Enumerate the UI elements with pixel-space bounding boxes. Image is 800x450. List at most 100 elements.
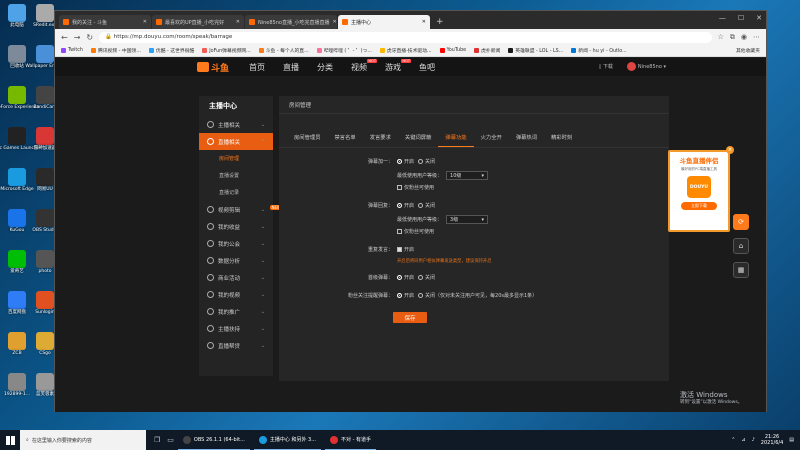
barrage-reply-off-radio[interactable]: 关闭 <box>418 202 435 209</box>
sidebar-item[interactable]: 我的公会 ⌄ <box>199 235 273 252</box>
close-tab-icon[interactable]: ✕ <box>422 19 426 25</box>
barrage-plus-off-radio[interactable]: 关闭 <box>418 158 435 165</box>
sidebar-item[interactable]: 视频剪辑 ⌄ NEW <box>199 201 283 218</box>
url-input[interactable]: 🔒 https://mp.douyu.com/room/speak/barrag… <box>99 31 712 43</box>
subtab[interactable]: 发言要求 <box>363 128 398 147</box>
bookmark-item[interactable]: 虎牙直播-技术驱动... <box>379 47 432 54</box>
subtab[interactable]: 弹幕热词 <box>509 128 544 147</box>
barrage-plus-on-radio[interactable]: 开启 <box>397 158 414 165</box>
fans-follow-off-radio[interactable]: 关闭（仅对未关注用户可见，每20s最多显示1条） <box>418 292 537 299</box>
subtab[interactable]: 房间管理员 <box>287 128 328 147</box>
other-favorites[interactable]: 其他收藏夹 <box>736 47 760 54</box>
sidebar-item[interactable]: 数据分析 ⌄ <box>199 252 273 269</box>
download-button[interactable]: 立即下载 <box>681 202 717 210</box>
browser-tab[interactable]: 我的关注 - 斗鱼 ✕ <box>59 15 151 29</box>
taskbar-search[interactable]: ⌕ 在这里输入你要搜索的内容 <box>20 430 146 450</box>
desktop-icon[interactable]: GeForce Experience <box>0 86 39 110</box>
save-button[interactable]: 保存 <box>393 312 427 323</box>
bookmark-item[interactable]: 新闻 - hu yi - Outlo... <box>571 47 627 54</box>
bookmark-item[interactable]: JoFun弹幕视频网... <box>202 47 251 54</box>
forward-icon[interactable]: → <box>74 33 81 42</box>
nav-category[interactable]: 分类 <box>317 62 333 73</box>
sidebar-item[interactable]: 我的收益 ⌄ <box>199 218 273 235</box>
fans-follow-on-radio[interactable]: 开启 <box>397 292 414 299</box>
sidebar-subitem[interactable]: 直播记录 <box>199 184 273 201</box>
close-tab-icon[interactable]: ✕ <box>332 19 336 25</box>
minimize-icon[interactable]: — <box>719 14 726 22</box>
sidebar-subitem[interactable]: 房间管理 <box>199 150 273 167</box>
nav-home[interactable]: 首页 <box>249 62 265 73</box>
browser-tab-active[interactable]: 主播中心 ✕ <box>338 15 430 29</box>
nav-live[interactable]: 直播 <box>283 62 299 73</box>
chevron-up-icon[interactable]: ⌃ <box>731 437 735 443</box>
desktop-icon[interactable]: 爱奇艺 <box>2 250 32 274</box>
home-float-icon[interactable]: ⌂ <box>733 238 749 254</box>
nav-video[interactable]: 视频 HOT <box>351 58 378 73</box>
start-button[interactable] <box>0 430 20 450</box>
star-icon[interactable]: ☆ <box>718 33 724 42</box>
taskbar-app[interactable]: 主播中心 和另外 3... <box>253 430 321 450</box>
network-icon[interactable]: ⊿ <box>741 437 745 443</box>
qr-code-icon[interactable]: ▦ <box>733 262 749 278</box>
file-explorer-icon[interactable]: ▭ <box>167 436 174 444</box>
notification-icon[interactable]: ▤ <box>789 437 794 443</box>
barrage-plus-level-select[interactable]: 10级 ▾ <box>446 171 489 180</box>
sidebar-item[interactable]: 我的推广 ⌄ <box>199 303 273 320</box>
first-barrage-on-radio[interactable]: 开启 <box>397 274 414 281</box>
subtab[interactable]: 火力全开 <box>474 128 509 147</box>
desktop-icon[interactable]: ZCB <box>2 332 32 356</box>
bookmark-item[interactable]: 英雄联盟 - LOL - LS... <box>508 47 563 54</box>
close-tab-icon[interactable]: ✕ <box>143 19 147 25</box>
barrage-plus-fans-checkbox[interactable]: 仅粉丝可使用 <box>397 184 434 191</box>
sidebar-subitem[interactable]: 直播设置 <box>199 167 273 184</box>
new-tab-icon[interactable]: + <box>431 17 449 29</box>
desktop-icon[interactable]: Microsoft Edge <box>0 168 34 192</box>
clock[interactable]: 21:26 2021/6/4 <box>761 434 783 446</box>
taskbar-app[interactable]: OBS 26.1.1 (64-bit... <box>177 430 250 450</box>
maximize-icon[interactable]: ☐ <box>738 14 744 22</box>
profile-icon[interactable]: ◉ <box>741 33 747 42</box>
desktop-icon[interactable]: Epic Games Launcher <box>0 127 41 151</box>
desktop-icon[interactable]: KuGou <box>2 209 32 233</box>
repeat-speak-checkbox[interactable]: 开启 <box>397 246 414 253</box>
sidebar-item[interactable]: 主播相关 ⌄ <box>199 116 273 133</box>
bookmark-item[interactable]: YouTube <box>439 48 466 53</box>
sidebar-item[interactable]: 商业活动 ⌄ <box>199 269 273 286</box>
sidebar-item[interactable]: 我的视频 ⌄ <box>199 286 273 303</box>
subtab[interactable]: 弹幕功能 <box>438 128 474 147</box>
task-view-icon[interactable]: ❐ <box>154 436 160 444</box>
subtab[interactable]: 禁言名单 <box>328 128 363 147</box>
close-tab-icon[interactable]: ✕ <box>236 19 240 25</box>
back-icon[interactable]: ← <box>61 33 68 42</box>
desktop-icon[interactable]: 192899-1... <box>2 373 32 397</box>
taskbar-app[interactable]: 不对 - 有道手 <box>325 430 376 450</box>
bookmark-item[interactable]: Twitch <box>61 48 83 53</box>
download-link[interactable]: ▯ 下载 <box>599 63 613 70</box>
user-menu[interactable]: Nine85no ▾ <box>626 62 666 71</box>
first-barrage-off-radio[interactable]: 关闭 <box>418 274 435 281</box>
refresh-icon[interactable]: ↻ <box>86 33 93 42</box>
nav-yuba[interactable]: 鱼吧 <box>419 62 435 73</box>
subtab[interactable]: 关键词屏蔽 <box>398 128 439 147</box>
sidebar-item[interactable]: 直播帮贷 ⌄ <box>199 337 273 354</box>
douyu-logo[interactable]: 斗鱼 <box>197 61 229 74</box>
sidebar-item[interactable]: 主播扶持 ⌄ <box>199 320 273 337</box>
desktop-icon[interactable]: 此电脑 <box>2 4 32 28</box>
barrage-reply-fans-checkbox[interactable]: 仅粉丝可使用 <box>397 228 434 235</box>
close-icon[interactable]: × <box>726 146 734 154</box>
desktop-icon[interactable]: 百度网盘 <box>2 291 32 315</box>
menu-icon[interactable]: ⋯ <box>753 33 760 42</box>
close-window-icon[interactable]: ✕ <box>756 14 762 22</box>
nav-game[interactable]: 游戏 HOT <box>385 58 412 73</box>
browser-tab[interactable]: Nine85no直播_小吃完直播直播 ✕ <box>245 15 337 29</box>
volume-icon[interactable]: ♪ <box>752 437 755 443</box>
collections-icon[interactable]: ⧉ <box>730 33 735 42</box>
browser-tab[interactable]: 最喜欢的UP直播_小吃完好 ✕ <box>152 15 244 29</box>
refresh-float-icon[interactable]: ⟳ <box>733 214 749 230</box>
bookmark-item[interactable]: 腾讯视频 - 中国领... <box>90 47 141 54</box>
bookmark-item[interactable]: 斗鱼 - 每个人的直... <box>258 47 309 54</box>
barrage-reply-level-select[interactable]: 3级 ▾ <box>446 215 489 224</box>
subtab[interactable]: 精彩时刻 <box>544 128 579 147</box>
sidebar-item[interactable]: 直播相关 ⌃ <box>199 133 273 150</box>
bookmark-item[interactable]: 优酷 - 这世界很酷 <box>148 47 194 54</box>
